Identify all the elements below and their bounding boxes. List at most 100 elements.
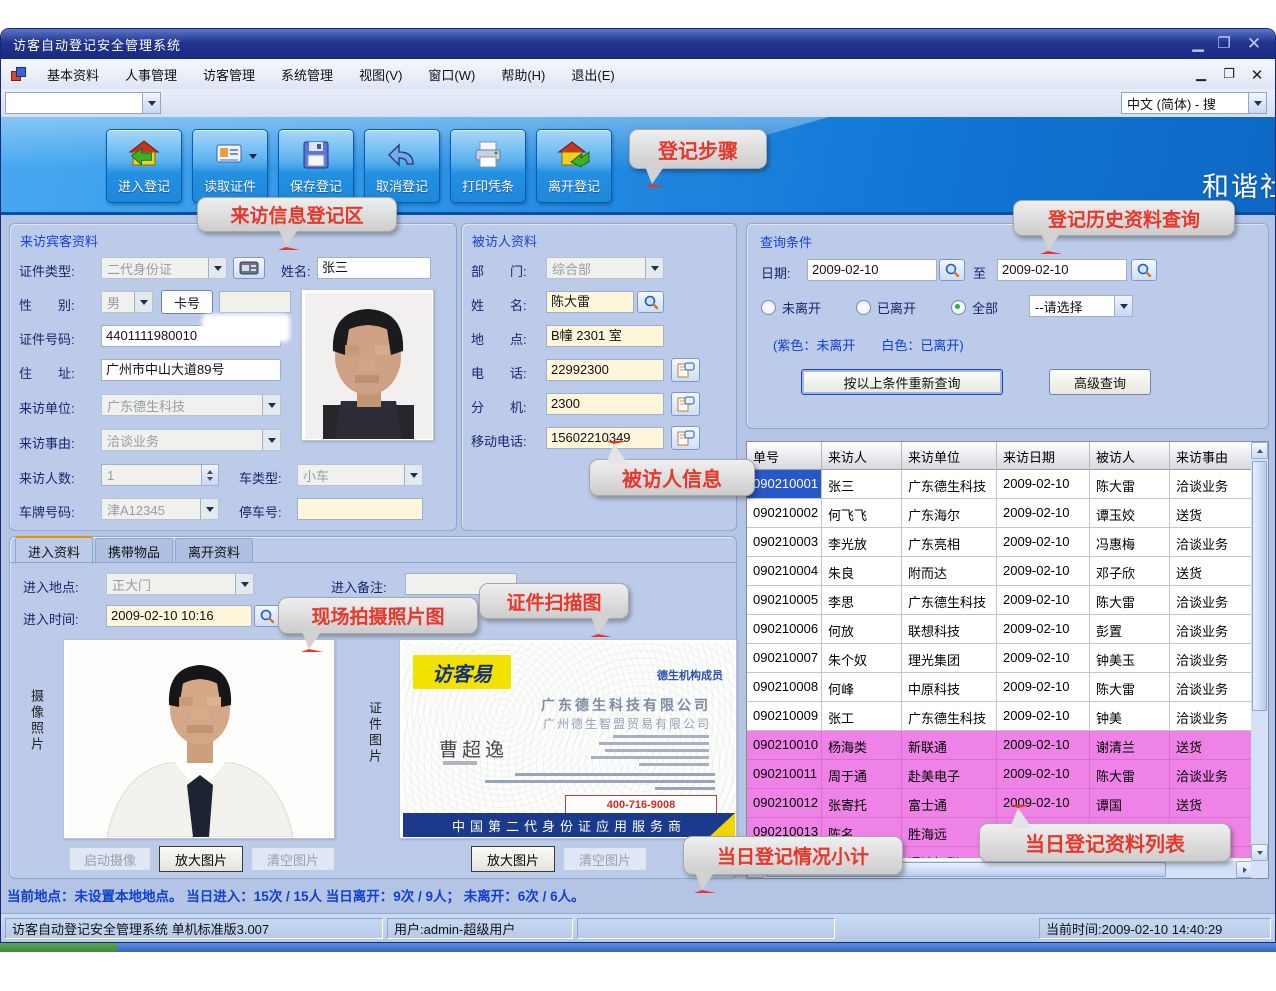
table-cell[interactable]: 送货 xyxy=(1170,499,1253,528)
chevron-down-icon[interactable] xyxy=(235,574,253,594)
column-header-来访人[interactable]: 来访人 xyxy=(822,442,902,470)
table-cell[interactable]: 2009-02-10 xyxy=(997,731,1090,760)
table-cell[interactable]: 联想科技 xyxy=(902,615,997,644)
menu-item-7[interactable]: 退出(E) xyxy=(571,65,614,84)
chevron-down-icon[interactable] xyxy=(645,258,663,278)
table-cell[interactable]: 朱良 xyxy=(822,557,902,586)
table-vscrollbar[interactable] xyxy=(1251,442,1268,861)
table-cell[interactable]: 谭玉姣 xyxy=(1090,499,1170,528)
entry-place-combo[interactable]: 正大门 xyxy=(106,573,254,595)
table-cell[interactable]: 广东德生科技 xyxy=(902,470,997,499)
table-row[interactable]: 090210005李思广东德生科技2009-02-10陈大雷洽谈业务 xyxy=(747,586,1253,615)
table-cell[interactable]: 朱个奴 xyxy=(822,644,902,673)
chevron-down-icon[interactable] xyxy=(1248,93,1266,113)
date-from-input[interactable]: 2009-02-10 xyxy=(807,259,937,281)
mdi-restore-icon[interactable]: ❐ xyxy=(1219,66,1239,82)
menu-item-6[interactable]: 帮助(H) xyxy=(501,65,545,84)
toolbar-button-print[interactable]: 打印凭条 xyxy=(450,129,526,203)
card-no-input[interactable] xyxy=(219,291,291,313)
chevron-down-icon[interactable] xyxy=(134,292,152,312)
table-cell[interactable]: 中原科技 xyxy=(902,673,997,702)
menu-item-0[interactable]: 基本资料 xyxy=(47,65,99,84)
column-header-被访人[interactable]: 被访人 xyxy=(1090,442,1170,470)
mdi-minimize-icon[interactable]: ▁ xyxy=(1191,66,1211,82)
taskbar-start-fragment[interactable] xyxy=(0,943,118,952)
table-cell[interactable]: 何飞飞 xyxy=(822,499,902,528)
table-cell[interactable]: 2009-02-10 xyxy=(997,760,1090,789)
column-header-来访日期[interactable]: 来访日期 xyxy=(997,442,1090,470)
address-input[interactable]: 广州市中山大道89号 xyxy=(101,359,281,381)
table-cell[interactable]: 090210009 xyxy=(747,702,822,731)
table-cell[interactable]: 2009-02-10 xyxy=(997,586,1090,615)
table-cell[interactable]: 090210012 xyxy=(747,789,822,818)
table-cell[interactable]: 陈大雷 xyxy=(1090,760,1170,789)
parking-input[interactable] xyxy=(297,498,423,520)
table-row[interactable]: 090210001张三广东德生科技2009-02-10陈大雷洽谈业务 xyxy=(747,470,1253,499)
table-cell[interactable]: 090210002 xyxy=(747,499,822,528)
requery-button[interactable]: 按以上条件重新查询 xyxy=(801,369,1003,395)
table-cell[interactable]: 090210010 xyxy=(747,731,822,760)
table-cell[interactable]: 谭国 xyxy=(1090,789,1170,818)
table-cell[interactable]: 090210011 xyxy=(747,760,822,789)
clear-photo-button[interactable]: 清空图片 xyxy=(251,847,335,871)
menu-item-5[interactable]: 窗口(W) xyxy=(428,65,475,84)
column-header-来访单位[interactable]: 来访单位 xyxy=(902,442,997,470)
tab-进入资料[interactable]: 进入资料 xyxy=(15,536,93,564)
ext-input[interactable]: 2300 xyxy=(546,393,664,415)
column-header-单号[interactable]: 单号 xyxy=(747,442,822,470)
radio-全部[interactable]: 全部 xyxy=(951,298,998,317)
count-stepper[interactable]: 1 xyxy=(101,464,219,486)
table-cell[interactable]: 2009-02-10 xyxy=(997,702,1090,731)
toolbar-button-read-card[interactable]: 读取证件 xyxy=(192,129,268,203)
time-picker-icon[interactable] xyxy=(254,605,280,627)
table-cell[interactable]: 洽谈业务 xyxy=(1170,673,1253,702)
menu-item-3[interactable]: 系统管理 xyxy=(281,65,333,84)
table-row[interactable]: 090210012张寄托富士通2009-02-10谭国送货 xyxy=(747,789,1253,818)
table-cell[interactable]: 2009-02-10 xyxy=(997,528,1090,557)
visitor-name-input[interactable]: 张三 xyxy=(317,257,431,279)
table-cell[interactable]: 陈大雷 xyxy=(1090,586,1170,615)
table-cell[interactable]: 洽谈业务 xyxy=(1170,702,1253,731)
table-row[interactable]: 090210010杨海类新联通2009-02-10谢清兰送货 xyxy=(747,731,1253,760)
plate-combo[interactable]: 津A12345 xyxy=(101,498,219,520)
quick-select-combo[interactable] xyxy=(5,92,161,114)
table-cell[interactable]: 洽谈业务 xyxy=(1170,470,1253,499)
sms-icon[interactable] xyxy=(671,358,700,382)
chevron-down-icon[interactable] xyxy=(262,395,280,415)
reason-combo[interactable]: 洽谈业务 xyxy=(101,429,281,451)
radio-circle-icon[interactable] xyxy=(951,300,966,315)
menu-item-1[interactable]: 人事管理 xyxy=(125,65,177,84)
table-cell[interactable]: 张寄托 xyxy=(822,789,902,818)
radio-circle-icon[interactable] xyxy=(761,300,776,315)
column-header-来访事由[interactable]: 来访事由 xyxy=(1170,442,1253,470)
sms-icon[interactable] xyxy=(671,392,700,416)
table-cell[interactable]: 何放 xyxy=(822,615,902,644)
table-cell[interactable]: 彭置 xyxy=(1090,615,1170,644)
visited-name-input[interactable]: 陈大雷 xyxy=(546,291,634,313)
scroll-down-icon[interactable] xyxy=(1251,844,1268,861)
table-row[interactable]: 090210008何峰中原科技2009-02-10陈大雷洽谈业务 xyxy=(747,673,1253,702)
table-cell[interactable]: 090210006 xyxy=(747,615,822,644)
table-cell[interactable]: 洽谈业务 xyxy=(1170,760,1253,789)
table-cell[interactable]: 送货 xyxy=(1170,789,1253,818)
card-no-button[interactable]: 卡号 xyxy=(161,290,213,314)
table-cell[interactable]: 陈大雷 xyxy=(1090,470,1170,499)
table-cell[interactable]: 洽谈业务 xyxy=(1170,528,1253,557)
chevron-down-icon[interactable] xyxy=(262,430,280,450)
table-cell[interactable]: 2009-02-10 xyxy=(997,644,1090,673)
table-cell[interactable]: 090210003 xyxy=(747,528,822,557)
table-cell[interactable]: 谢清兰 xyxy=(1090,731,1170,760)
table-cell[interactable]: 周于通 xyxy=(822,760,902,789)
radio-circle-icon[interactable] xyxy=(856,300,871,315)
table-cell[interactable]: 090210004 xyxy=(747,557,822,586)
mdi-close-icon[interactable]: ✕ xyxy=(1247,66,1267,84)
toolbar-button-leave-register[interactable]: 离开登记 xyxy=(536,129,612,203)
table-cell[interactable]: 洽谈业务 xyxy=(1170,615,1253,644)
language-combo[interactable]: 中文 (简体) - 搜 xyxy=(1121,92,1267,114)
unit-combo[interactable]: 广东德生科技 xyxy=(101,394,281,416)
date-to-picker-icon[interactable] xyxy=(1131,259,1157,281)
entry-time-input[interactable]: 2009-02-10 10:16 xyxy=(106,605,252,627)
table-cell[interactable]: 李光放 xyxy=(822,528,902,557)
table-row[interactable]: 090210004朱良附而达2009-02-10邓子欣送货 xyxy=(747,557,1253,586)
table-cell[interactable]: 钟美 xyxy=(1090,702,1170,731)
